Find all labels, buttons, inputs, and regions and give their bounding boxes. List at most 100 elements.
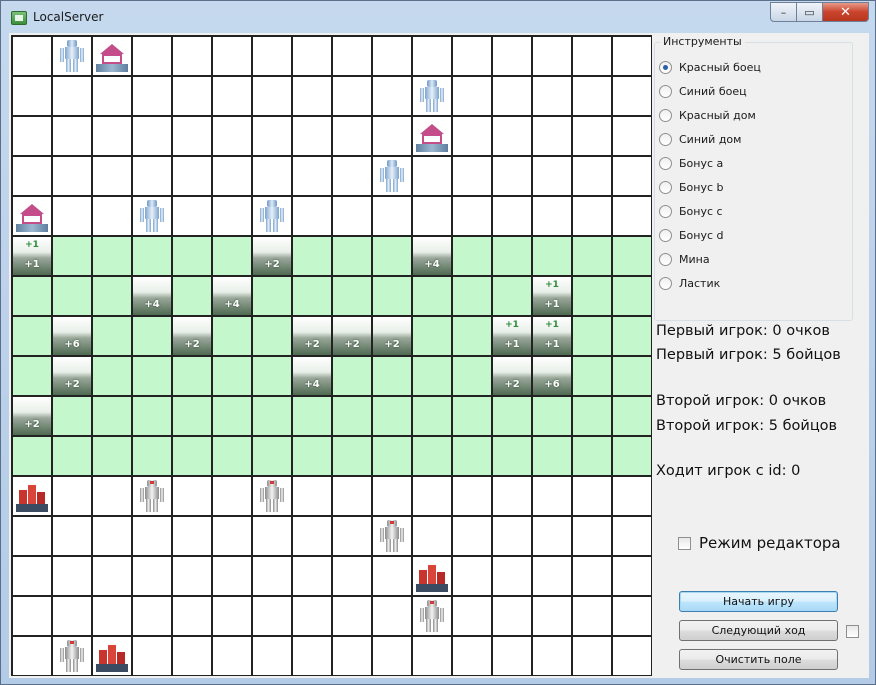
board-cell[interactable] [373,517,411,555]
board-cell[interactable] [13,37,51,75]
board-cell[interactable] [253,437,291,475]
board-cell[interactable] [333,357,371,395]
board-cell[interactable] [133,637,171,675]
board-cell[interactable] [453,397,491,435]
board-cell[interactable] [373,237,411,275]
board-cell[interactable] [173,37,211,75]
board-cell[interactable]: +2 [253,237,291,275]
board-cell[interactable] [373,397,411,435]
board-cell[interactable] [253,277,291,315]
board-cell[interactable] [333,397,371,435]
radio-button[interactable] [659,277,672,290]
board-cell[interactable] [13,637,51,675]
radio-button[interactable] [659,157,672,170]
board-cell[interactable] [573,237,611,275]
board-cell[interactable] [533,237,571,275]
board-cell[interactable]: +4 [133,277,171,315]
tool-option[interactable]: Мина [659,253,710,266]
board-cell[interactable] [53,437,91,475]
board-cell[interactable] [213,357,251,395]
board-cell[interactable]: +6 [533,357,571,395]
board-cell[interactable] [453,157,491,195]
board-cell[interactable] [333,157,371,195]
board-cell[interactable]: +2 [13,397,51,435]
board-cell[interactable] [133,397,171,435]
board-cell[interactable] [293,597,331,635]
board-cell[interactable] [173,277,211,315]
board-cell[interactable] [613,117,651,155]
board-cell[interactable] [533,37,571,75]
board-cell[interactable] [293,37,331,75]
maximize-button[interactable]: ▭ [797,2,823,22]
board-cell[interactable] [373,197,411,235]
board-cell[interactable] [133,197,171,235]
board-cell[interactable]: +6 [53,317,91,355]
board-cell[interactable] [293,517,331,555]
board-cell[interactable] [333,277,371,315]
tool-option[interactable]: Ластик [659,277,720,290]
board-cell[interactable] [333,77,371,115]
board-cell[interactable] [373,557,411,595]
board-cell[interactable] [493,197,531,235]
board-cell[interactable] [333,197,371,235]
board-cell[interactable] [93,277,131,315]
board-cell[interactable] [493,557,531,595]
board-cell[interactable] [413,597,451,635]
board-cell[interactable]: +2 [173,317,211,355]
board-cell[interactable] [13,437,51,475]
board-cell[interactable] [213,597,251,635]
board-cell[interactable] [93,117,131,155]
board-cell[interactable]: +1 +1 [13,237,51,275]
board-cell[interactable] [253,637,291,675]
board-cell[interactable] [453,37,491,75]
board-cell[interactable] [333,437,371,475]
board-cell[interactable] [173,117,211,155]
board-cell[interactable] [493,157,531,195]
board-cell[interactable] [533,477,571,515]
board-cell[interactable] [573,357,611,395]
board-cell[interactable] [493,597,531,635]
board-cell[interactable] [53,557,91,595]
board-cell[interactable] [293,557,331,595]
board-cell[interactable] [413,317,451,355]
board-cell[interactable] [253,157,291,195]
board-cell[interactable] [133,37,171,75]
board-cell[interactable] [333,637,371,675]
board-cell[interactable] [533,517,571,555]
board-cell[interactable] [53,197,91,235]
board-cell[interactable] [253,77,291,115]
board-cell[interactable] [133,117,171,155]
board-cell[interactable] [533,397,571,435]
tool-option[interactable]: Синий боец [659,85,747,98]
board-cell[interactable] [293,237,331,275]
board-cell[interactable] [213,77,251,115]
board-cell[interactable] [573,637,611,675]
board-cell[interactable] [493,637,531,675]
board-cell[interactable] [13,517,51,555]
board-cell[interactable] [53,597,91,635]
board-cell[interactable] [613,557,651,595]
auto-turn-checkbox[interactable] [846,625,859,638]
board-cell[interactable] [413,637,451,675]
board-cell[interactable] [133,597,171,635]
clear-field-button[interactable]: Очистить поле [679,649,838,670]
board-cell[interactable] [173,477,211,515]
board-cell[interactable] [213,317,251,355]
board-cell[interactable] [493,477,531,515]
board-cell[interactable] [613,637,651,675]
board-cell[interactable] [13,197,51,235]
board-cell[interactable] [613,277,651,315]
board-cell[interactable] [373,37,411,75]
board-cell[interactable] [493,437,531,475]
close-button[interactable]: ✕ [823,2,869,22]
board-cell[interactable] [13,357,51,395]
board-cell[interactable]: +2 [493,357,531,395]
board-cell[interactable] [93,237,131,275]
board-cell[interactable] [93,357,131,395]
board-cell[interactable] [253,357,291,395]
editor-mode-box[interactable] [678,536,691,550]
board-cell[interactable] [613,517,651,555]
board-cell[interactable] [413,437,451,475]
board-cell[interactable] [93,557,131,595]
board-cell[interactable] [333,597,371,635]
